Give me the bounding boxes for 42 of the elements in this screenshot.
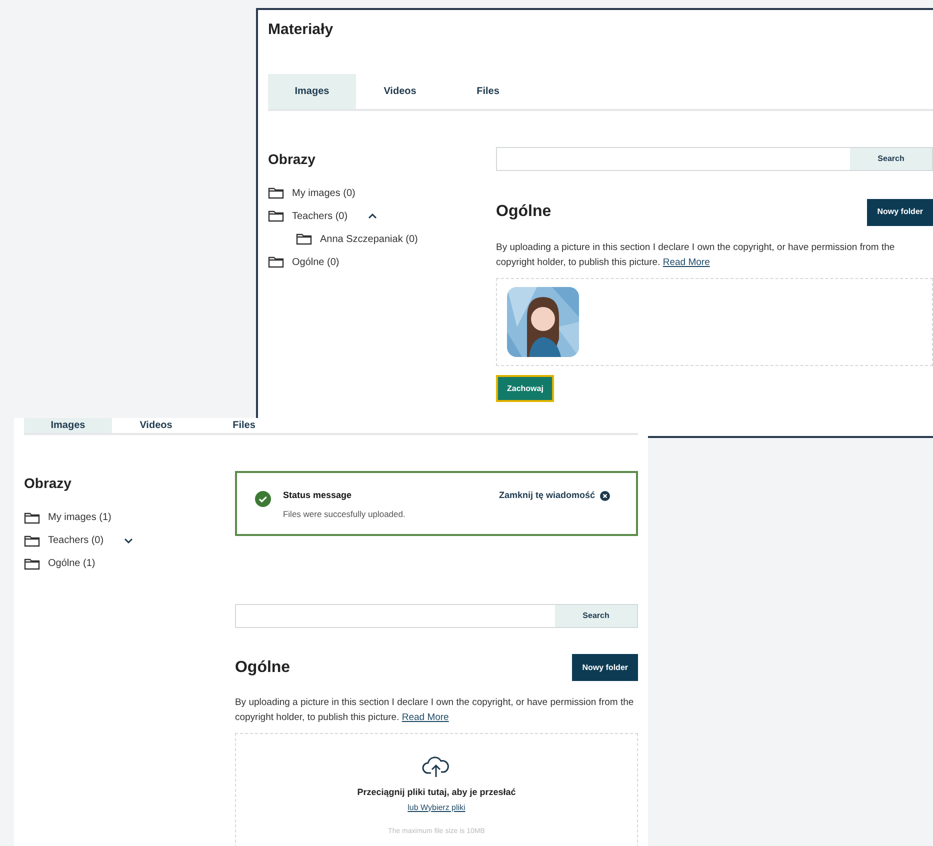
folder-icon <box>24 512 40 524</box>
section-title: Ogólne <box>496 202 552 222</box>
folder-icon <box>24 534 40 546</box>
search-field[interactable]: Search <box>234 604 638 628</box>
read-more-link[interactable]: Read More <box>662 256 710 268</box>
close-message-button[interactable]: Zamknij tę wiadomość <box>498 489 610 502</box>
folder-icon <box>268 187 284 199</box>
close-icon <box>600 490 610 501</box>
dropzone-title: Przeciągnij pliki tutaj, aby je przesłać <box>357 786 516 799</box>
section-title: Ogólne <box>234 658 290 678</box>
folder-icon <box>24 558 40 570</box>
status-title: Status message <box>282 489 353 502</box>
save-button[interactable]: Zachowaj <box>496 375 554 402</box>
folder-link[interactable]: My images (0) <box>292 186 356 200</box>
folder-icon <box>268 210 284 222</box>
folder-link[interactable]: My images (1) <box>48 510 112 525</box>
tab[interactable]: Images <box>268 74 356 108</box>
search-button[interactable]: Search <box>850 148 932 170</box>
folder-link[interactable]: Anna Szczepaniak (0) <box>320 232 418 246</box>
folder-icon <box>296 233 312 245</box>
caret-icon[interactable] <box>124 538 133 544</box>
caret-icon[interactable] <box>368 213 377 219</box>
choose-files-link[interactable]: lub Wybierz pliki <box>408 802 466 814</box>
cloud-upload-icon <box>421 754 452 778</box>
tab[interactable]: Images <box>24 418 112 433</box>
search-field[interactable]: Search <box>496 146 933 170</box>
page-title: Materiały <box>268 20 334 40</box>
folder-link[interactable]: Ogólne (1) <box>48 556 96 571</box>
folder-icon <box>268 256 284 268</box>
sidebar-heading: Obrazy <box>24 474 72 493</box>
sidebar-heading: Obrazy <box>268 150 316 169</box>
copyright-notice: By uploading a picture in this section I declare I own the copyright, or have permission from the copyright holder, to publish this picture. Read More <box>234 696 635 725</box>
read-more-link[interactable]: Read More <box>402 712 449 723</box>
folder-link[interactable]: Teachers (0) <box>48 533 104 548</box>
copyright-notice: By uploading a picture in this section I declare I own the copyright, or have permission from the copyright holder, to publish this picture. Read More <box>496 240 896 270</box>
new-folder-button[interactable]: Nowy folder <box>572 654 638 681</box>
folder-link[interactable]: Teachers (0) <box>292 208 348 224</box>
new-folder-button[interactable]: Nowy folder <box>867 198 933 226</box>
folder-link[interactable]: Ogólne (0) <box>292 254 340 270</box>
status-text: Files were succesfully uploaded. <box>282 508 406 520</box>
check-icon <box>254 491 271 507</box>
search-button[interactable]: Search <box>555 605 637 627</box>
